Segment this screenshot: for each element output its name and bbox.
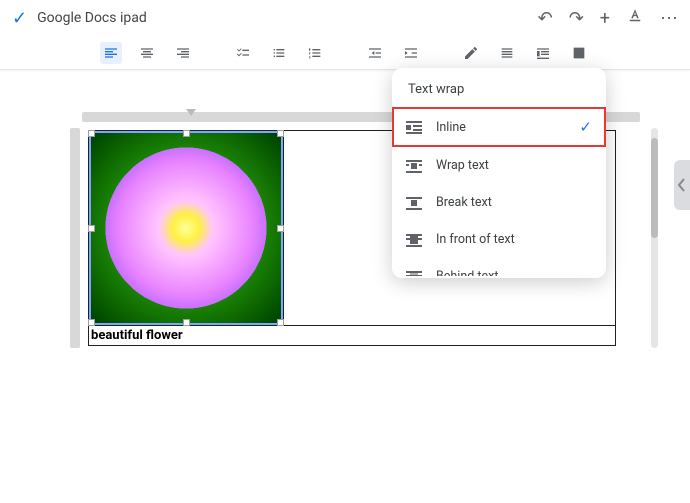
selected-image[interactable] [91,133,281,323]
indent-button[interactable] [400,42,422,64]
wrap-option-in-front[interactable]: In front of text [392,221,606,258]
more-icon[interactable]: ⋯ [660,8,678,29]
resize-handle-tr[interactable] [277,130,284,137]
flower-image [91,133,281,323]
format-toolbar [0,36,690,70]
align-center-button[interactable] [136,42,158,64]
popup-title: Text wrap [392,68,606,107]
text-wrap-button[interactable] [532,42,554,64]
wrap-option-label: In front of text [436,232,515,247]
align-left-button[interactable] [100,42,122,64]
wrap-option-label: Wrap text [436,158,489,173]
wrap-option-wrap-text[interactable]: Wrap text [392,147,606,184]
wrap-option-label: Behind text [436,269,498,276]
caption-cell[interactable]: beautiful flower [89,326,616,346]
side-panel-tab[interactable] [674,160,690,210]
in-front-icon [406,234,422,246]
scrollbar-thumb[interactable] [651,138,658,238]
align-right-button[interactable] [172,42,194,64]
line-spacing-button[interactable] [496,42,518,64]
resize-handle-mr[interactable] [277,225,284,232]
bulleted-list-button[interactable] [268,42,290,64]
insert-image-button[interactable] [568,42,590,64]
checklist-button[interactable] [232,42,254,64]
text-format-icon[interactable] [626,7,644,29]
break-text-icon [406,197,422,209]
undo-icon[interactable]: ↶ [538,8,553,29]
wrap-option-behind[interactable]: Behind text [392,258,606,276]
edit-icon[interactable] [460,42,482,64]
inline-icon [406,121,422,133]
redo-icon[interactable]: ↷ [569,8,584,29]
behind-icon [406,271,422,277]
resize-handle-tl[interactable] [88,130,95,137]
vertical-scrollbar[interactable] [651,128,658,348]
confirm-icon[interactable]: ✓ [12,8,27,29]
vertical-ruler[interactable] [70,128,80,348]
text-wrap-popup: Text wrap Inline ✓ Wrap text Break text [392,68,606,278]
wrap-option-label: Inline [436,120,466,135]
wrap-option-label: Break text [436,195,492,210]
wrap-text-icon [406,160,422,172]
resize-handle-bl[interactable] [88,319,95,326]
wrap-option-inline[interactable]: Inline ✓ [392,107,606,147]
resize-handle-ml[interactable] [88,225,95,232]
numbered-list-button[interactable] [304,42,326,64]
resize-handle-br[interactable] [277,319,284,326]
resize-handle-bm[interactable] [183,319,190,326]
outdent-button[interactable] [364,42,386,64]
wrap-option-break-text[interactable]: Break text [392,184,606,221]
add-icon[interactable]: + [600,8,610,29]
selected-check-icon: ✓ [579,118,592,136]
resize-handle-tm[interactable] [183,130,190,137]
document-title[interactable]: Google Docs ipad [37,10,147,26]
